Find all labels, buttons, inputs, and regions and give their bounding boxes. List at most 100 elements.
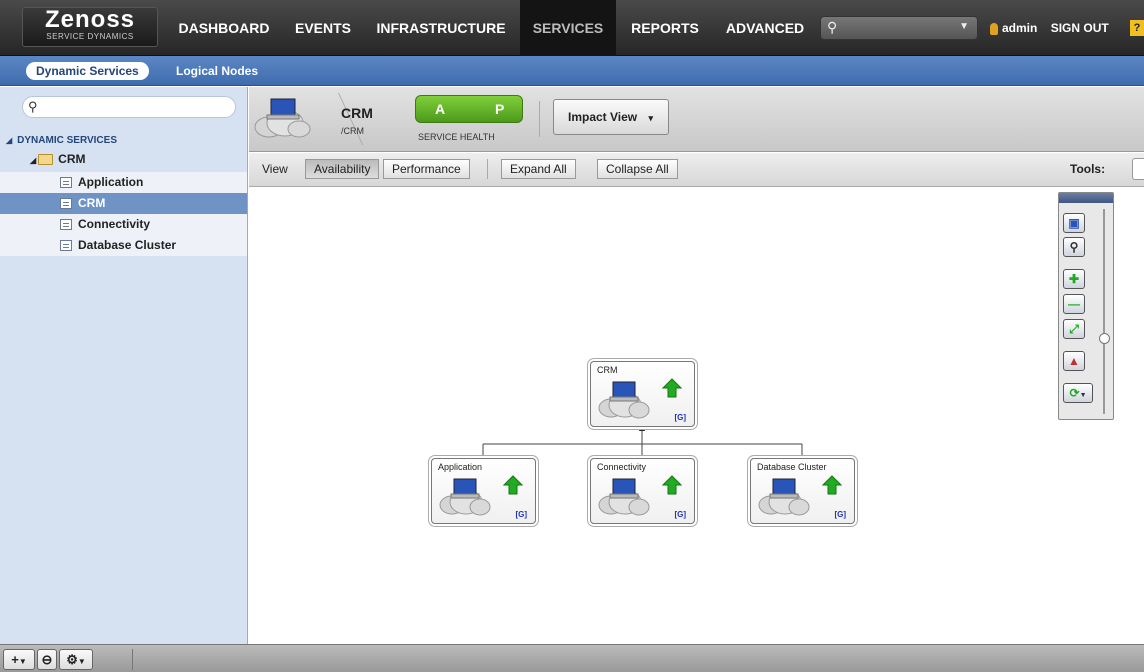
logo-wordmark: Zenoss: [44, 6, 136, 33]
availability-toggle[interactable]: Availability: [305, 159, 380, 179]
performance-toggle[interactable]: Performance: [383, 159, 470, 179]
health-performance: P: [495, 101, 505, 117]
divider: [487, 159, 488, 179]
status-up-arrow-icon: [503, 475, 523, 495]
bottom-toolbar: +▼ ⊖ ⚙▼: [0, 644, 1144, 672]
chevron-down-icon[interactable]: ▼: [959, 21, 969, 32]
gear-icon: ⚙: [66, 652, 78, 667]
zoom-slider-handle[interactable]: [1099, 333, 1110, 344]
tools-menu-button[interactable]: [1132, 158, 1144, 180]
tree-item-application[interactable]: Application: [0, 172, 247, 193]
chevron-down-icon: ▾: [648, 113, 654, 123]
view-label: View: [262, 162, 288, 176]
tree-item-label: Database Cluster: [78, 238, 177, 252]
palette-title-bar[interactable]: [1059, 193, 1113, 203]
service-leaf-icon: [60, 177, 72, 189]
node-group-tag[interactable]: [G]: [834, 510, 846, 519]
node-group-tag[interactable]: [G]: [515, 510, 527, 519]
service-health-badge[interactable]: A P: [415, 95, 523, 123]
user-area: admin SIGN OUT: [990, 0, 1109, 56]
service-cloud-icon: [439, 478, 491, 516]
graph-node-connectivity[interactable]: Connectivity [G]: [590, 458, 695, 524]
expand-fit-icon[interactable]: ⤢: [1063, 319, 1085, 339]
graph-edges: [482, 424, 803, 458]
collapse-all-button[interactable]: Collapse All: [597, 159, 678, 179]
node-title: Application: [438, 462, 483, 472]
expand-all-button[interactable]: Expand All: [501, 159, 576, 179]
top-nav-bar: Zenoss SERVICE DYNAMICS DASHBOARD EVENTS…: [0, 0, 1144, 56]
remove-button[interactable]: ⊖: [37, 649, 57, 670]
tree-root-label: DYNAMIC SERVICES: [17, 135, 117, 146]
service-cloud-icon: [758, 478, 810, 516]
sign-out-link[interactable]: SIGN OUT: [1051, 21, 1109, 35]
service-name: CRM: [341, 105, 373, 121]
service-leaf-icon: [60, 240, 72, 252]
nav-advanced[interactable]: ADVANCED: [716, 0, 814, 56]
service-health-label: SERVICE HEALTH: [418, 132, 495, 142]
tab-logical-nodes[interactable]: Logical Nodes: [176, 62, 258, 80]
impact-view-label: Impact View: [568, 110, 638, 124]
layout-icon[interactable]: ▲: [1063, 351, 1085, 371]
nav-reports[interactable]: REPORTS: [622, 0, 708, 56]
status-up-arrow-icon: [662, 475, 682, 495]
graph-node-application[interactable]: Application [G]: [431, 458, 536, 524]
zenoss-logo[interactable]: Zenoss SERVICE DYNAMICS: [22, 7, 158, 47]
divider: [539, 101, 540, 137]
zoom-slider-track[interactable]: [1103, 209, 1105, 414]
gear-button[interactable]: ⚙▼: [59, 649, 93, 670]
nav-services[interactable]: SERVICES: [520, 0, 616, 56]
tree-folder-crm[interactable]: ◢ CRM: [0, 149, 247, 170]
tree-folder-label: CRM: [58, 152, 86, 166]
search-icon: ⚲: [827, 19, 838, 35]
user-icon: [990, 22, 998, 35]
global-search-input[interactable]: ⚲ ▼: [820, 16, 978, 40]
expand-triangle-icon[interactable]: ◢: [6, 136, 12, 145]
tree-item-database-cluster[interactable]: Database Cluster: [0, 235, 247, 256]
tree-item-label: Application: [78, 175, 144, 189]
nav-infrastructure[interactable]: INFRASTRUCTURE: [370, 0, 512, 56]
service-path: /CRM: [341, 126, 364, 136]
service-tree-panel: ⚲ ◢ DYNAMIC SERVICES ◢ CRM Application CRM…: [0, 87, 248, 644]
node-group-tag[interactable]: [G]: [674, 510, 686, 519]
zoom-in-icon[interactable]: ✚: [1063, 269, 1085, 289]
service-cloud-icon: [598, 478, 650, 516]
graph-node-database-cluster[interactable]: Database Cluster [G]: [750, 458, 855, 524]
tools-label: Tools:: [1070, 162, 1106, 176]
logo-tagline: SERVICE DYNAMICS: [46, 32, 134, 41]
divider: [132, 649, 133, 670]
health-availability: A: [435, 101, 446, 117]
tree-item-crm[interactable]: CRM: [0, 193, 247, 214]
service-leaf-icon: [60, 219, 72, 231]
service-cloud-icon: [598, 381, 650, 419]
impact-graph-canvas[interactable]: CRM [G] Application [G] Connectivity [G]…: [249, 188, 1144, 644]
tree-search-input[interactable]: ⚲: [22, 96, 236, 118]
username[interactable]: admin: [1002, 21, 1037, 35]
tree-item-connectivity[interactable]: Connectivity: [0, 214, 247, 235]
help-icon[interactable]: ?: [1130, 20, 1144, 36]
fit-view-icon[interactable]: ▣: [1063, 213, 1085, 233]
node-title: CRM: [597, 365, 618, 375]
node-title: Database Cluster: [757, 462, 827, 472]
view-toolbar: View Availability Performance Expand All…: [249, 153, 1144, 187]
chevron-down-icon: ▼: [1079, 392, 1087, 399]
tree-item-label: CRM: [78, 196, 106, 210]
refresh-icon[interactable]: ⟳▼: [1063, 383, 1093, 403]
search-icon: ⚲: [28, 99, 38, 114]
impact-view-button[interactable]: Impact View ▾: [553, 99, 669, 135]
status-up-arrow-icon: [662, 378, 682, 398]
status-up-arrow-icon: [822, 475, 842, 495]
add-button[interactable]: +▼: [3, 649, 35, 670]
node-group-tag[interactable]: [G]: [674, 413, 686, 422]
zoom-out-icon[interactable]: —: [1063, 294, 1085, 314]
folder-icon: [38, 154, 54, 166]
tree-root[interactable]: ◢ DYNAMIC SERVICES: [0, 130, 247, 151]
graph-node-crm[interactable]: CRM [G]: [590, 361, 695, 427]
tab-dynamic-services[interactable]: Dynamic Services: [26, 62, 149, 80]
zoom-search-icon[interactable]: ⚲: [1063, 237, 1085, 257]
nav-dashboard[interactable]: DASHBOARD: [170, 0, 278, 56]
graph-tools-palette: ▣ ⚲ ✚ — ⤢ ▲ ⟳▼: [1058, 192, 1114, 420]
nav-events[interactable]: EVENTS: [284, 0, 362, 56]
tree-item-label: Connectivity: [78, 217, 151, 231]
expand-triangle-icon[interactable]: ◢: [30, 156, 36, 165]
service-leaf-icon: [60, 198, 72, 210]
